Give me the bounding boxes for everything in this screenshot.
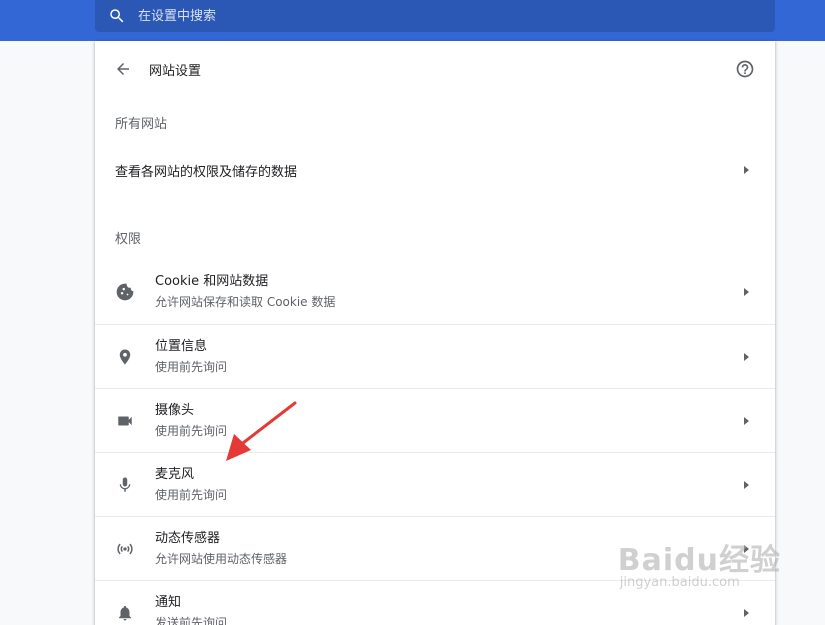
arrow-back-icon — [117, 63, 129, 75]
permission-subtitle: 允许网站保存和读取 Cookie 数据 — [155, 295, 336, 309]
site-settings-card: 网站设置 所有网站 查看各网站的权限及储存的数据 权限 Cookie 和网站数据… — [95, 41, 775, 625]
cookie-icon — [115, 282, 135, 302]
camera-icon — [115, 411, 135, 431]
arrow-right-icon — [744, 288, 749, 296]
settings-search-box[interactable] — [95, 0, 775, 32]
permission-title: 动态传感器 — [155, 531, 221, 546]
top-bar — [0, 0, 825, 41]
permissions-list: Cookie 和网站数据 允许网站保存和读取 Cookie 数据 位置信息 使用… — [95, 260, 775, 625]
permission-row-cookies[interactable]: Cookie 和网站数据 允许网站保存和读取 Cookie 数据 — [95, 260, 775, 324]
arrow-right-icon — [744, 544, 749, 553]
bell-icon — [115, 603, 135, 623]
permission-subtitle: 使用前先询问 — [155, 488, 228, 502]
permission-row-notifications[interactable]: 通知 发送前先询问 — [95, 580, 775, 625]
sensors-icon — [115, 539, 135, 559]
help-button[interactable] — [735, 59, 755, 79]
view-all-sites-row[interactable]: 查看各网站的权限及储存的数据 — [95, 145, 775, 195]
permission-row-motion-sensors[interactable]: 动态传感器 允许网站使用动态传感器 — [95, 516, 775, 580]
permission-subtitle: 使用前先询问 — [155, 424, 228, 438]
permission-title: 通知 — [155, 595, 182, 610]
search-input[interactable] — [136, 7, 720, 25]
permission-subtitle: 使用前先询问 — [155, 360, 228, 374]
permission-title: 位置信息 — [155, 339, 208, 354]
arrow-right-icon — [744, 480, 749, 489]
permission-title: Cookie 和网站数据 — [155, 274, 269, 289]
permission-row-location[interactable]: 位置信息 使用前先询问 — [95, 324, 775, 388]
arrow-right-icon — [744, 166, 749, 174]
arrow-right-icon — [744, 416, 749, 425]
permission-row-microphone[interactable]: 麦克风 使用前先询问 — [95, 452, 775, 516]
all-sites-section-label: 所有网站 — [115, 117, 168, 132]
arrow-right-icon — [744, 608, 749, 617]
help-icon — [736, 60, 754, 78]
view-all-sites-label: 查看各网站的权限及储存的数据 — [115, 164, 298, 180]
microphone-icon — [115, 475, 135, 495]
permissions-section-label: 权限 — [115, 232, 142, 247]
back-button[interactable] — [113, 59, 133, 79]
search-icon — [108, 7, 126, 25]
permission-title: 麦克风 — [155, 467, 195, 482]
page-title: 网站设置 — [149, 63, 202, 79]
permission-subtitle: 发送前先询问 — [155, 616, 228, 625]
location-icon — [115, 347, 135, 367]
card-header: 网站设置 — [95, 41, 775, 97]
permission-subtitle: 允许网站使用动态传感器 — [155, 552, 288, 566]
arrow-right-icon — [744, 352, 749, 361]
permission-row-camera[interactable]: 摄像头 使用前先询问 — [95, 388, 775, 452]
permission-title: 摄像头 — [155, 403, 195, 418]
